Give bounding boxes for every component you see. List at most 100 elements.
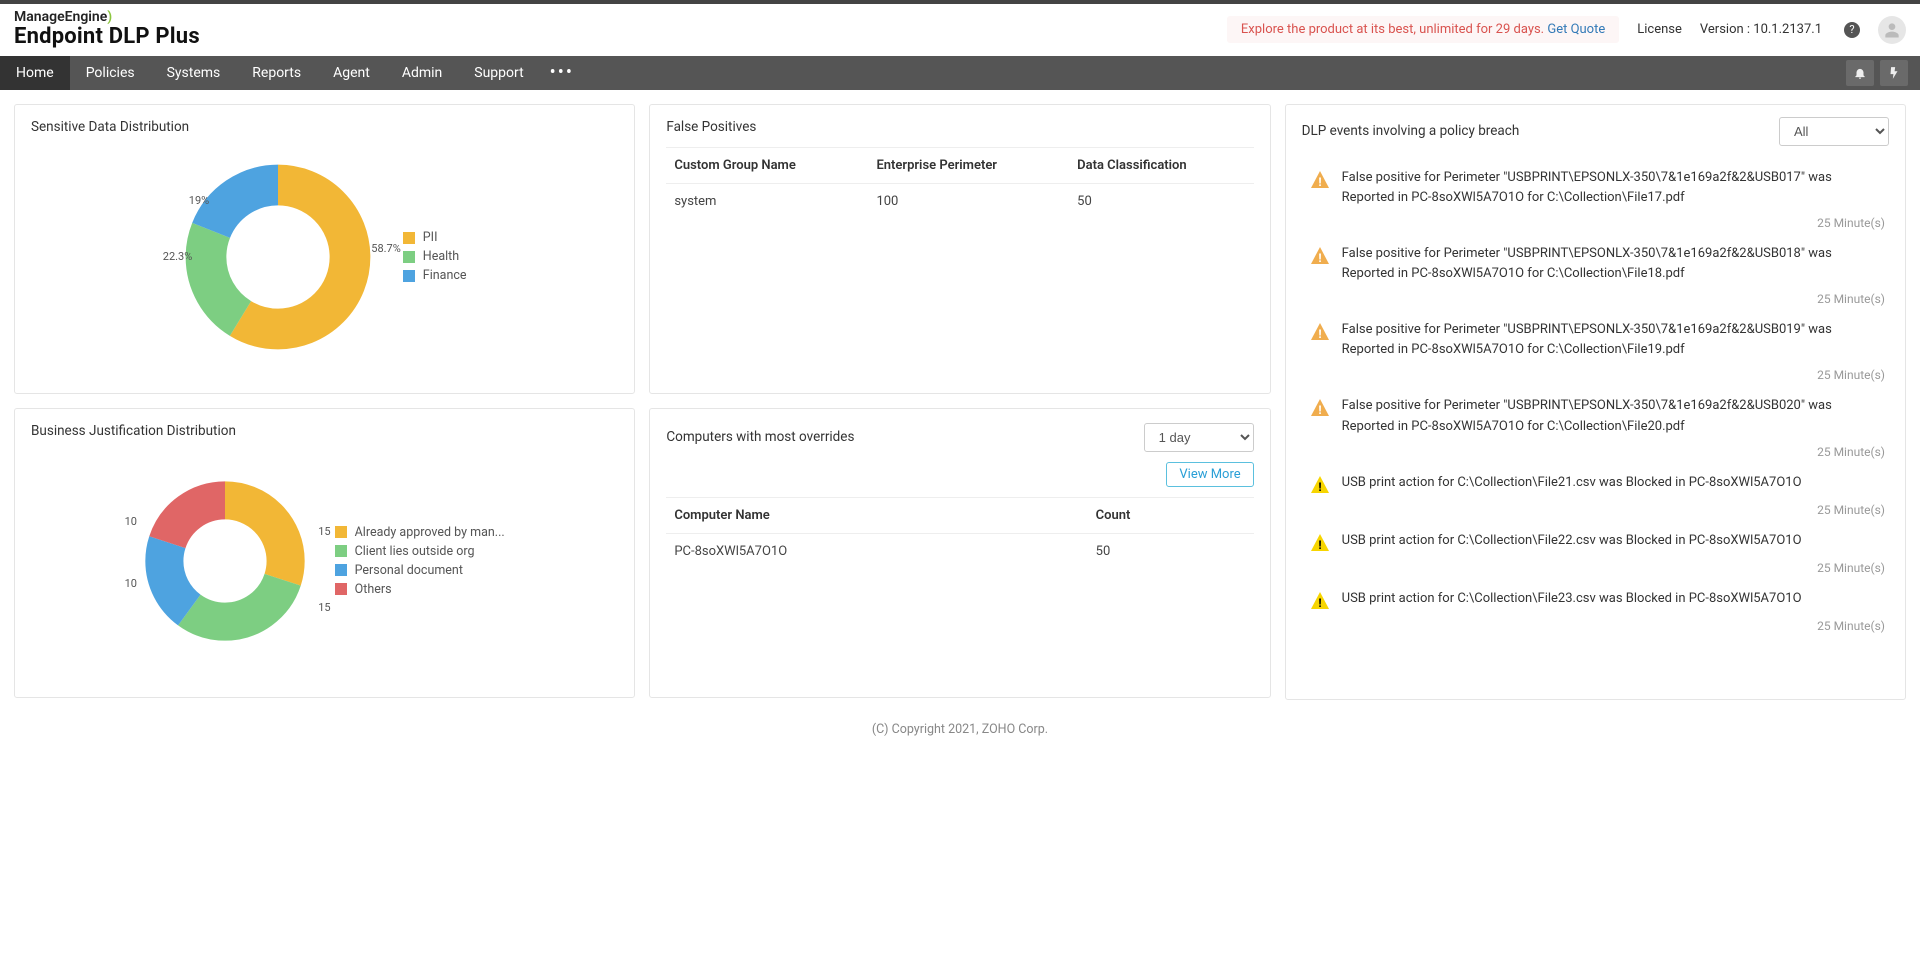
- table-row: PC-8soXWl5A7O1O50: [666, 533, 1253, 569]
- warning-icon: !: [1310, 322, 1330, 342]
- warning-icon: !: [1310, 246, 1330, 266]
- content: Sensitive Data Distribution 58.7% 22.3% …: [0, 90, 1920, 714]
- table-row: system10050: [666, 183, 1253, 219]
- chart-label: 58.7%: [371, 242, 401, 255]
- footer: (C) Copyright 2021, ZOHO Corp.: [0, 714, 1920, 755]
- event-item[interactable]: ! USB print action for C:\Collection\File…: [1302, 463, 1893, 521]
- product-name: Endpoint DLP Plus: [14, 25, 200, 49]
- ov-th-count: Count: [1088, 497, 1254, 533]
- warning-icon: !: [1310, 591, 1330, 611]
- event-item[interactable]: !USB print action for C:\Collection\File…: [1302, 521, 1893, 579]
- chart-label: 10: [125, 577, 137, 590]
- main-nav: HomePoliciesSystemsReportsAgentAdminSupp…: [0, 56, 1920, 90]
- biz-legend: Already approved by man... Client lies ou…: [335, 521, 505, 601]
- biz-panel: Business Justification Distribution 15 1…: [14, 408, 635, 698]
- event-text: False positive for Perimeter "USBPRINT\E…: [1342, 244, 1885, 284]
- view-more-button[interactable]: View More: [1166, 462, 1253, 487]
- event-text: False positive for Perimeter "USBPRINT\E…: [1342, 168, 1885, 208]
- event-time: 25 Minute(s): [1817, 445, 1885, 459]
- fp-title: False Positives: [666, 119, 1253, 135]
- notifications-icon[interactable]: [1846, 60, 1874, 86]
- fp-cell-group: system: [666, 183, 868, 219]
- false-positives-panel: False Positives Custom Group Name Enterp…: [649, 104, 1270, 394]
- legend-item: Health: [403, 249, 467, 264]
- fp-th-perimeter: Enterprise Perimeter: [868, 147, 1069, 183]
- company-name: ManageEngine): [14, 10, 200, 25]
- ov-cell-count: 50: [1088, 533, 1254, 569]
- event-item[interactable]: ! False positive for Perimeter "USBPRINT\…: [1302, 310, 1893, 386]
- nav-item-support[interactable]: Support: [458, 56, 539, 90]
- overrides-table: Computer Name Count PC-8soXWl5A7O1O50: [666, 497, 1253, 569]
- fp-cell-class[interactable]: 50: [1069, 183, 1254, 219]
- chart-label: 15: [318, 601, 330, 614]
- nav-item-home[interactable]: Home: [0, 56, 70, 90]
- top-bar: ManageEngine) Endpoint DLP Plus Explore …: [0, 0, 1920, 56]
- event-item[interactable]: ! USB print action for C:\Collection\File…: [1302, 579, 1893, 637]
- svg-text:!: !: [1318, 480, 1321, 494]
- legend-item: Already approved by man...: [335, 525, 505, 540]
- events-title: DLP events involving a policy breach: [1302, 123, 1520, 139]
- svg-text:!: !: [1318, 251, 1321, 265]
- ov-cell-computer[interactable]: PC-8soXWl5A7O1O: [666, 533, 1087, 569]
- event-text: USB print action for C:\Collection\File2…: [1342, 473, 1802, 495]
- event-text: False positive for Perimeter "USBPRINT\E…: [1342, 320, 1885, 360]
- fp-th-group: Custom Group Name: [666, 147, 868, 183]
- biz-title: Business Justification Distribution: [31, 423, 618, 439]
- nav-item-systems[interactable]: Systems: [151, 56, 237, 90]
- chart-label: 10: [125, 515, 137, 528]
- nav-item-policies[interactable]: Policies: [70, 56, 151, 90]
- overrides-range-select[interactable]: 1 day: [1144, 423, 1254, 452]
- chart-label: 22.3%: [163, 250, 193, 263]
- help-icon[interactable]: ?: [1844, 22, 1860, 38]
- top-right: Explore the product at its best, unlimit…: [1227, 16, 1906, 44]
- fp-th-class: Data Classification: [1069, 147, 1254, 183]
- svg-text:!: !: [1318, 327, 1321, 341]
- overrides-panel: Computers with most overrides 1 day View…: [649, 408, 1270, 698]
- legend-item: Finance: [403, 268, 467, 283]
- sensitive-chart: 58.7% 22.3% 19%: [183, 162, 373, 352]
- sensitive-panel: Sensitive Data Distribution 58.7% 22.3% …: [14, 104, 635, 394]
- event-time: 25 Minute(s): [1817, 292, 1885, 306]
- events-panel: DLP events involving a policy breach All…: [1285, 104, 1906, 700]
- event-time: 25 Minute(s): [1817, 216, 1885, 230]
- trial-banner: Explore the product at its best, unlimit…: [1227, 16, 1619, 43]
- legend-item: Client lies outside org: [335, 544, 505, 559]
- warning-icon: !: [1310, 398, 1330, 418]
- brand: ManageEngine) Endpoint DLP Plus: [14, 10, 200, 50]
- fp-table: Custom Group Name Enterprise Perimeter D…: [666, 147, 1253, 219]
- legend-item: Others: [335, 582, 505, 597]
- event-item[interactable]: ! False positive for Perimeter "USBPRINT\…: [1302, 386, 1893, 462]
- nav-item-admin[interactable]: Admin: [386, 56, 458, 90]
- nav-item-agent[interactable]: Agent: [317, 56, 386, 90]
- svg-text:!: !: [1318, 538, 1321, 552]
- legend-item: Personal document: [335, 563, 505, 578]
- chart-label: 15: [318, 525, 330, 538]
- events-filter-select[interactable]: All: [1779, 117, 1889, 146]
- quick-action-icon[interactable]: [1880, 60, 1908, 86]
- event-time: 25 Minute(s): [1817, 561, 1885, 575]
- event-time: 25 Minute(s): [1817, 503, 1885, 517]
- sensitive-legend: PII Health Finance: [403, 226, 467, 287]
- svg-text:!: !: [1318, 403, 1321, 417]
- ov-th-computer: Computer Name: [666, 497, 1087, 533]
- event-item[interactable]: ! False positive for Perimeter "USBPRINT\…: [1302, 234, 1893, 310]
- svg-text:!: !: [1318, 596, 1321, 610]
- fp-cell-perimeter[interactable]: 100: [868, 183, 1069, 219]
- warning-icon: !: [1310, 533, 1330, 553]
- chart-label: 19%: [189, 194, 209, 207]
- legend-item: PII: [403, 230, 467, 245]
- overrides-title: Computers with most overrides: [666, 429, 854, 445]
- event-item[interactable]: ! False positive for Perimeter "USBPRINT\…: [1302, 158, 1893, 234]
- nav-more-icon[interactable]: •••: [540, 62, 584, 83]
- avatar[interactable]: [1878, 16, 1906, 44]
- nav-item-reports[interactable]: Reports: [236, 56, 317, 90]
- get-quote-link[interactable]: Get Quote: [1547, 22, 1605, 37]
- event-text: False positive for Perimeter "USBPRINT\E…: [1342, 396, 1885, 436]
- event-text: USB print action for C:\Collection\File2…: [1342, 589, 1802, 611]
- license-link[interactable]: License: [1637, 22, 1682, 37]
- sensitive-title: Sensitive Data Distribution: [31, 119, 618, 135]
- svg-text:!: !: [1318, 175, 1321, 189]
- biz-chart: 15 15 10 10: [145, 481, 305, 641]
- event-time: 25 Minute(s): [1817, 368, 1885, 382]
- events-list[interactable]: ! False positive for Perimeter "USBPRINT\…: [1302, 158, 1899, 687]
